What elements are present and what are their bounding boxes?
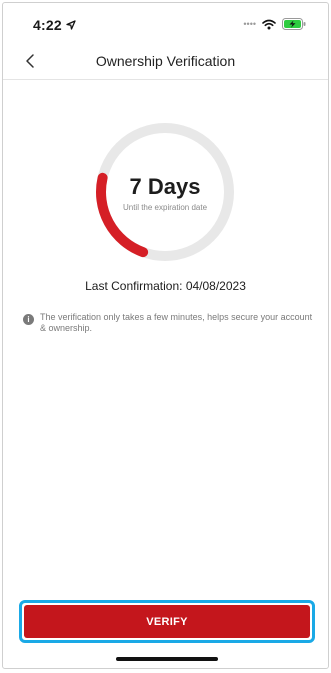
page-title: Ownership Verification (95, 53, 236, 69)
status-time-label: 4:22 (33, 17, 62, 33)
verify-button-highlight: VERIFY (19, 600, 315, 643)
nav-bar: Ownership Verification (3, 43, 328, 80)
days-remaining: 7 Days (129, 174, 201, 199)
days-caption: Until the expiration date (122, 203, 208, 212)
last-confirmation: Last Confirmation: 04/08/2023 (85, 279, 246, 293)
info-icon: i (23, 314, 34, 325)
signal-dots-icon: •••• (243, 19, 256, 29)
status-time: 4:22 (33, 17, 76, 33)
wifi-icon (262, 19, 276, 29)
verify-button[interactable]: VERIFY (24, 605, 310, 638)
status-icons: •••• (243, 18, 306, 30)
status-bar: 4:22 •••• (3, 3, 328, 43)
phone-screen: 4:22 •••• Ownership Verification 7 Days … (2, 2, 329, 669)
expiration-gauge: 7 Days Until the expiration date (93, 120, 237, 264)
info-text: The verification only takes a few minute… (40, 312, 313, 333)
location-arrow-icon (66, 20, 76, 30)
battery-charging-icon (282, 18, 306, 30)
info-note: i The verification only takes a few minu… (23, 312, 314, 334)
home-indicator (116, 657, 218, 661)
